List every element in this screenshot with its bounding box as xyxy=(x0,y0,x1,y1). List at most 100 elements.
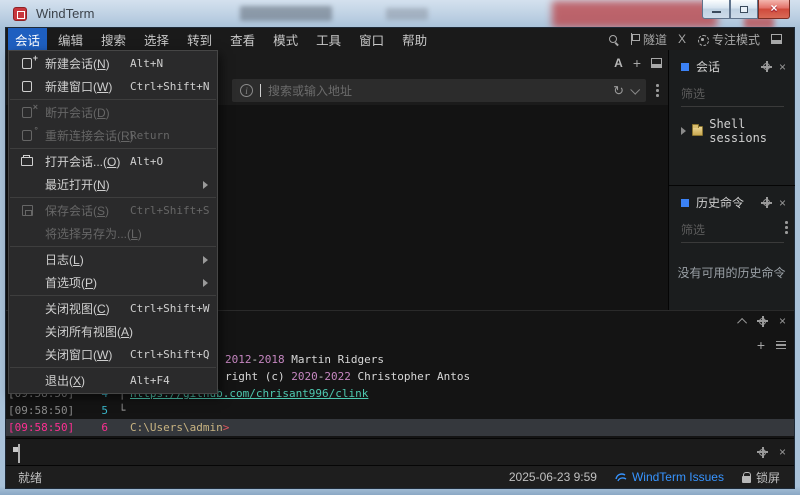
refresh-icon[interactable]: ↻ xyxy=(613,84,624,97)
status-ready: 就绪 xyxy=(6,469,42,486)
menu-row-17[interactable]: 关闭窗口(W)Ctrl+Shift+Q xyxy=(9,343,217,366)
windterm-issues-link[interactable]: WindTerm Issues xyxy=(615,470,724,484)
menu-item-label: 首选项(P) xyxy=(45,274,97,291)
address-menu-icon[interactable] xyxy=(656,84,659,97)
menubar: 会话编辑搜索选择转到查看模式工具窗口帮助 隧道 X 专注模式 xyxy=(6,28,794,50)
history-panel-header: 历史命令 × xyxy=(669,186,794,215)
terminal-line-text: C:\Users\admin> xyxy=(130,419,229,436)
close-icon[interactable]: × xyxy=(779,62,786,72)
minimize-button[interactable] xyxy=(702,0,730,19)
add-icon[interactable]: + xyxy=(757,339,765,351)
tunnel-button[interactable]: 隧道 xyxy=(630,31,667,48)
session-panel-title: 会话 xyxy=(696,58,755,75)
chevron-down-icon[interactable] xyxy=(630,85,640,95)
menu-icon-spacer xyxy=(21,374,36,388)
close-icon[interactable]: × xyxy=(779,447,786,457)
menu-separator xyxy=(10,367,216,368)
menubar-item-8[interactable]: 窗口 xyxy=(352,28,391,50)
menubar-item-3[interactable]: 选择 xyxy=(137,28,176,50)
app-client-area: 会话编辑搜索选择转到查看模式工具窗口帮助 隧道 X 专注模式 A xyxy=(6,28,794,488)
menu-row-13[interactable]: 首选项(P) xyxy=(9,271,217,294)
terminal-line-current[interactable]: [09:58:50]6C:\Users\admin> xyxy=(6,419,794,436)
menu-row-1[interactable]: 新建窗口(W)Ctrl+Shift+N xyxy=(9,75,217,98)
titlebar[interactable]: WindTerm × xyxy=(0,0,800,28)
close-icon[interactable]: × xyxy=(779,316,786,326)
focus-icon xyxy=(697,34,708,45)
panel-bullet-icon xyxy=(681,63,689,71)
terminal-line[interactable]: [09:58:50]5└ xyxy=(6,402,794,419)
close-icon[interactable]: × xyxy=(779,198,786,208)
windterm-logo-icon xyxy=(13,7,27,21)
tab-strip-tools: A + xyxy=(614,50,664,76)
folder-icon xyxy=(692,126,703,136)
menubar-item-4[interactable]: 转到 xyxy=(180,28,219,50)
split-view-icon[interactable] xyxy=(651,58,662,68)
session-dropdown-menu: +新建会话(N)Alt+N新建窗口(W)Ctrl+Shift+N ×断开会话(D)… xyxy=(8,50,218,394)
lock-label: 锁屏 xyxy=(756,469,780,486)
close-button[interactable]: × xyxy=(758,0,790,19)
menubar-item-2[interactable]: 搜索 xyxy=(94,28,133,50)
menubar-right-tools: 隧道 X 专注模式 xyxy=(608,31,794,48)
menu-row-7[interactable]: 最近打开(N) xyxy=(9,173,217,196)
history-filter-input[interactable]: 筛选 xyxy=(681,221,784,243)
tunnel-label: 隧道 xyxy=(643,31,667,48)
menu-row-6[interactable]: 打开会话...(O)Alt+O xyxy=(9,150,217,173)
address-placeholder: 搜索或输入地址 xyxy=(268,82,606,99)
focus-mode-button[interactable]: 专注模式 xyxy=(697,31,760,48)
menu-item-label: 退出(X) xyxy=(45,372,85,389)
menu-row-19[interactable]: 退出(X)Alt+F4 xyxy=(9,369,217,392)
line-number: 5 xyxy=(74,402,108,419)
terminal-text-segment: 2012 xyxy=(225,353,252,366)
tree-item-shell-sessions[interactable]: Shell sessions xyxy=(669,107,794,145)
tree-item-label: Shell sessions xyxy=(709,117,794,145)
terminal-text-segment: 2020 xyxy=(291,370,318,383)
menubar-items: 会话编辑搜索选择转到查看模式工具窗口帮助 xyxy=(6,28,434,50)
flag-icon xyxy=(630,33,639,45)
menu-row-15[interactable]: 关闭视图(C)Ctrl+Shift+W xyxy=(9,297,217,320)
menu-row-3: ×断开会话(D) xyxy=(9,101,217,124)
menu-icon[interactable] xyxy=(776,341,786,349)
menu-icon-spacer xyxy=(21,302,36,316)
menubar-item-7[interactable]: 工具 xyxy=(309,28,348,50)
menu-item-shortcut: Return xyxy=(130,129,170,142)
restore-button[interactable] xyxy=(730,0,758,19)
address-input[interactable]: i 搜索或输入地址 ↻ xyxy=(232,79,646,102)
minimize-icon xyxy=(712,11,721,13)
menubar-item-5[interactable]: 查看 xyxy=(223,28,262,50)
menu-separator xyxy=(10,197,216,198)
gear-icon[interactable] xyxy=(762,62,772,72)
menu-icon-spacer xyxy=(21,325,36,339)
gear-icon[interactable] xyxy=(758,316,768,326)
layout-icon[interactable] xyxy=(771,34,782,44)
menu-item-shortcut: Alt+N xyxy=(130,57,163,70)
search-icon[interactable] xyxy=(608,34,619,45)
sender-pane-icon[interactable] xyxy=(18,444,20,463)
menu-row-0[interactable]: +新建会话(N)Alt+N xyxy=(9,52,217,75)
x-server-button[interactable]: X xyxy=(678,32,686,46)
font-size-button[interactable]: A xyxy=(614,56,623,70)
terminal-text-segment: right (c) xyxy=(225,370,291,383)
restore-icon xyxy=(740,6,748,13)
menubar-item-0[interactable]: 会话 xyxy=(8,28,47,50)
new-window-icon xyxy=(21,80,36,94)
terminal-text-segment: Christopher Antos xyxy=(351,370,470,383)
chevron-up-icon[interactable] xyxy=(737,317,747,327)
lock-screen-button[interactable]: 锁屏 xyxy=(742,469,780,486)
gear-icon[interactable] xyxy=(762,198,772,208)
info-icon[interactable]: i xyxy=(240,84,253,97)
menu-row-12[interactable]: 日志(L) xyxy=(9,248,217,271)
gear-icon[interactable] xyxy=(758,447,768,457)
menubar-item-9[interactable]: 帮助 xyxy=(395,28,434,50)
menubar-item-6[interactable]: 模式 xyxy=(266,28,305,50)
wind-icon xyxy=(615,471,627,483)
panel-bullet-icon xyxy=(681,199,689,207)
history-menu-icon[interactable] xyxy=(785,221,788,234)
menu-item-label: 保存会话(S) xyxy=(45,202,109,219)
terminal-text-segment: 2022 xyxy=(324,370,351,383)
new-tab-button[interactable]: + xyxy=(633,57,641,69)
session-filter-input[interactable]: 筛选 xyxy=(681,85,784,107)
menu-item-label: 重新连接会话(R) xyxy=(45,127,134,144)
statusbar: 就绪 2025-06-23 9:59 WindTerm Issues 锁屏 xyxy=(6,465,794,488)
menubar-item-1[interactable]: 编辑 xyxy=(51,28,90,50)
menu-row-16[interactable]: 关闭所有视图(A) xyxy=(9,320,217,343)
